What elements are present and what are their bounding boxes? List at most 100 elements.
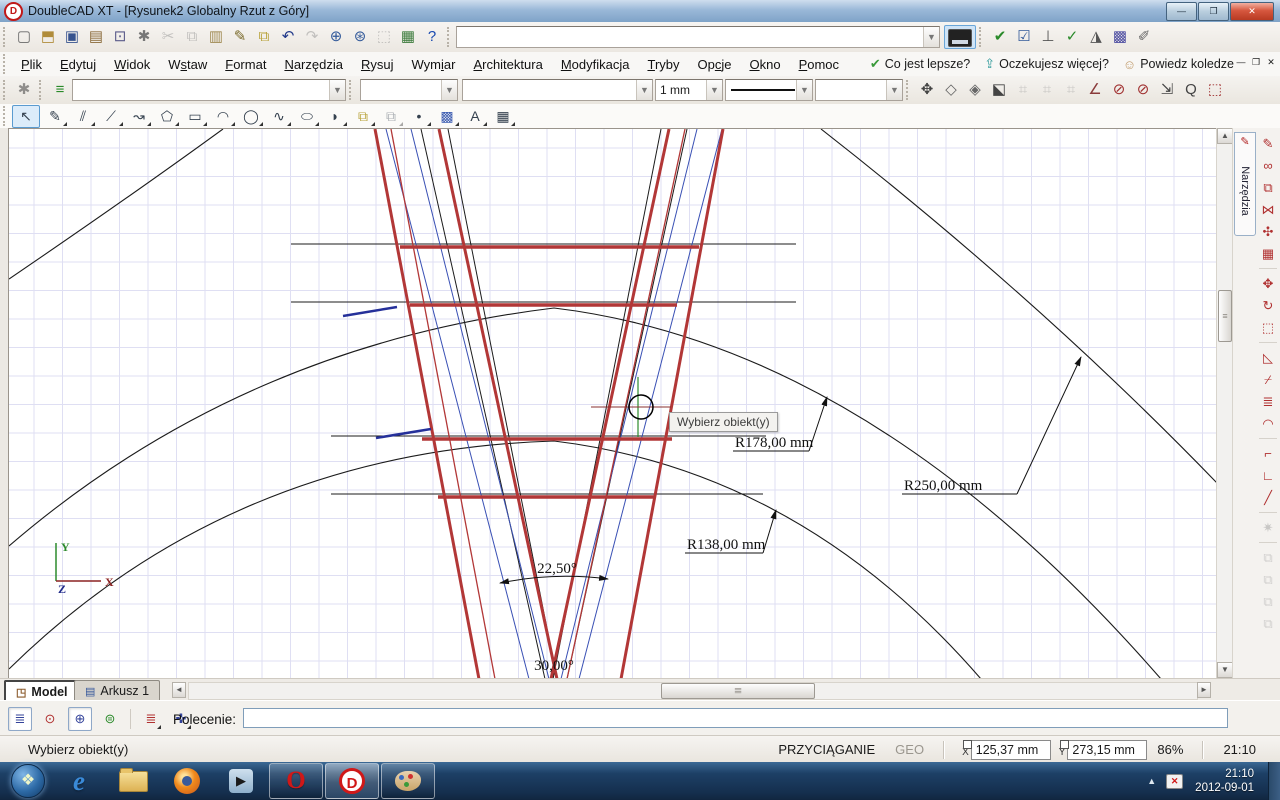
table-tool[interactable]: ▦ — [490, 106, 516, 127]
calculator-icon[interactable]: ▦ — [396, 26, 420, 48]
scroll-left-icon[interactable]: ◄ — [172, 682, 186, 698]
setup-icon[interactable]: ✱ — [132, 26, 156, 48]
menu-tryby[interactable]: Tryby — [638, 54, 688, 75]
tab-arkusz-1[interactable]: ▤ Arkusz 1 — [74, 680, 160, 701]
red-rim-bars[interactable] — [400, 247, 699, 497]
menu-pomoc[interactable]: Pomoc — [790, 54, 848, 75]
elliptical-arc-tool[interactable]: ◗ — [322, 106, 348, 127]
target-icon[interactable]: ⊙ — [38, 707, 62, 731]
toolbar-grip[interactable] — [447, 27, 453, 47]
construction-lines-slanted[interactable] — [421, 129, 687, 679]
save-icon[interactable]: ▣ — [60, 26, 84, 48]
horizontal-scrollbar[interactable] — [188, 682, 1198, 700]
toolbar-grip[interactable] — [3, 80, 9, 100]
dock-mirror-icon[interactable]: ⋈ — [1258, 200, 1278, 219]
dim-angle-icon[interactable]: ∠ — [1083, 79, 1107, 101]
snap-midpoint-icon[interactable]: ◈ — [963, 79, 987, 101]
taskbar-doublecad[interactable]: D — [325, 763, 379, 799]
mdi-restore-button[interactable]: ❐ — [1249, 55, 1263, 69]
script-icon[interactable]: ≣ — [139, 707, 163, 731]
rectangle-tool[interactable]: ▭ — [182, 106, 208, 127]
line-sample-combo[interactable]: ▼ — [725, 79, 813, 101]
command-input[interactable] — [243, 708, 1228, 728]
chevron-down-icon[interactable]: ▼ — [706, 80, 722, 100]
dock-tab-narzedzia[interactable]: ✎ Narzędzia — [1234, 132, 1256, 236]
toolbar-grip[interactable] — [3, 27, 9, 47]
select-tool[interactable]: ↖ — [12, 105, 40, 128]
angle-22-label[interactable]: 22,50° — [537, 561, 577, 577]
taskbar-clock[interactable]: 21:10 2012-09-01 — [1195, 767, 1254, 795]
ellipse-tool[interactable]: ⬭ — [294, 106, 320, 127]
line-width-combo[interactable]: 1 mm▼ — [655, 79, 723, 101]
mdi-minimize-button[interactable]: — — [1234, 55, 1248, 69]
selection-info-combo[interactable]: ▼ — [456, 26, 940, 48]
print-icon[interactable]: ▤ — [84, 26, 108, 48]
circle-tool[interactable]: ◯ — [238, 106, 264, 127]
toolbar-grip[interactable] — [906, 80, 912, 100]
taskbar-internet-explorer[interactable]: e — [53, 764, 105, 798]
undo-icon[interactable]: ↶ — [276, 26, 300, 48]
dim-diameter-icon[interactable]: ⊘ — [1131, 79, 1155, 101]
selected-segments[interactable] — [343, 307, 431, 438]
open-icon[interactable]: ⬒ — [36, 26, 60, 48]
mdi-close-button[interactable]: ✕ — [1264, 55, 1278, 69]
dock-move-icon[interactable]: ✥ — [1258, 274, 1278, 293]
paste-icon[interactable]: ▥ — [204, 26, 228, 48]
vertical-scrollbar[interactable]: ▲ ▼ — [1216, 128, 1233, 678]
toolbar-grip[interactable] — [39, 80, 45, 100]
angle-check-icon[interactable]: ✓ — [1060, 26, 1084, 48]
layer-combo[interactable]: ▼ — [72, 79, 346, 101]
check-text-icon[interactable]: ☑ — [1012, 26, 1036, 48]
dock-explode-icon[interactable]: ✷ — [1258, 518, 1278, 537]
menu-wymiar[interactable]: Wymiar — [402, 54, 464, 75]
dock-offset-icon[interactable]: ≣ — [1258, 392, 1278, 411]
chevron-down-icon[interactable]: ▼ — [923, 27, 939, 47]
menu-edytuj[interactable]: Edytuj — [51, 54, 105, 75]
dock-group-icon[interactable]: ⧉ — [1258, 548, 1278, 567]
chevron-down-icon[interactable]: ▼ — [636, 80, 652, 100]
dock-extend-icon[interactable]: ╱ — [1258, 488, 1278, 507]
layers-icon[interactable]: ≡ — [48, 79, 72, 101]
radius-138-label[interactable]: R138,00 mm — [687, 537, 766, 553]
dim-radius-icon[interactable]: ⊘ — [1107, 79, 1131, 101]
radius-arcs[interactable] — [9, 129, 1217, 679]
rail-2-icon[interactable]: ⌗ — [1035, 79, 1059, 101]
toolbar-grip[interactable] — [979, 27, 985, 47]
dock-scale-icon[interactable]: ⬚ — [1258, 318, 1278, 337]
scroll-up-icon[interactable]: ▲ — [1217, 128, 1233, 144]
menu-format[interactable]: Format — [216, 54, 275, 75]
taskbar-firefox[interactable] — [161, 764, 213, 798]
geo-toggle[interactable]: GEO — [895, 742, 924, 757]
menu-narzedzia[interactable]: Narzędzia — [275, 54, 352, 75]
menu-modyfikacja[interactable]: Modyfikacja — [552, 54, 639, 75]
zoom-selection-icon[interactable]: ⬚ — [372, 26, 396, 48]
minimize-button[interactable]: — — [1166, 2, 1197, 21]
toolbar-grip[interactable] — [3, 106, 9, 126]
quick-dim-icon[interactable]: Q — [1179, 79, 1203, 101]
chevron-down-icon[interactable]: ▼ — [329, 80, 345, 100]
color-combo[interactable]: ▼ — [360, 79, 458, 101]
dock-duplicate-icon[interactable]: ⧉ — [1258, 178, 1278, 197]
print-preview-icon[interactable]: ⊡ — [108, 26, 132, 48]
dim-edit-icon[interactable]: ⬚ — [1203, 79, 1227, 101]
xref-tool[interactable]: ⧉ — [378, 106, 404, 127]
promo-powiedz-koledze[interactable]: ☺Powiedz koledze — [1123, 57, 1234, 72]
property-gear-icon[interactable]: ✱ — [12, 79, 36, 101]
taskbar-media-player[interactable]: ▶ — [215, 764, 267, 798]
menu-architektura[interactable]: Architektura — [464, 54, 551, 75]
angle-dimension-arc[interactable] — [500, 576, 608, 583]
vertical-scroll-thumb[interactable] — [1218, 290, 1232, 342]
radius-178-label[interactable]: R178,00 mm — [735, 435, 814, 451]
scroll-right-icon[interactable]: ► — [1197, 682, 1211, 698]
menu-grip[interactable] — [3, 54, 9, 74]
dock-trim-icon[interactable]: ⌿ — [1258, 370, 1278, 389]
menu-okno[interactable]: Okno — [740, 54, 789, 75]
history-icon[interactable]: ≣ — [8, 707, 32, 731]
double-line-tool[interactable]: ⫽ — [70, 106, 96, 127]
chevron-down-icon[interactable]: ▼ — [886, 80, 902, 100]
toolbar-grip[interactable] — [349, 80, 355, 100]
hatch-icon[interactable]: ▩ — [1108, 26, 1132, 48]
move-ucs-icon[interactable]: ⊥ — [1036, 26, 1060, 48]
rail-3-icon[interactable]: ⌗ — [1059, 79, 1083, 101]
menu-plik[interactable]: Plik — [12, 54, 51, 75]
